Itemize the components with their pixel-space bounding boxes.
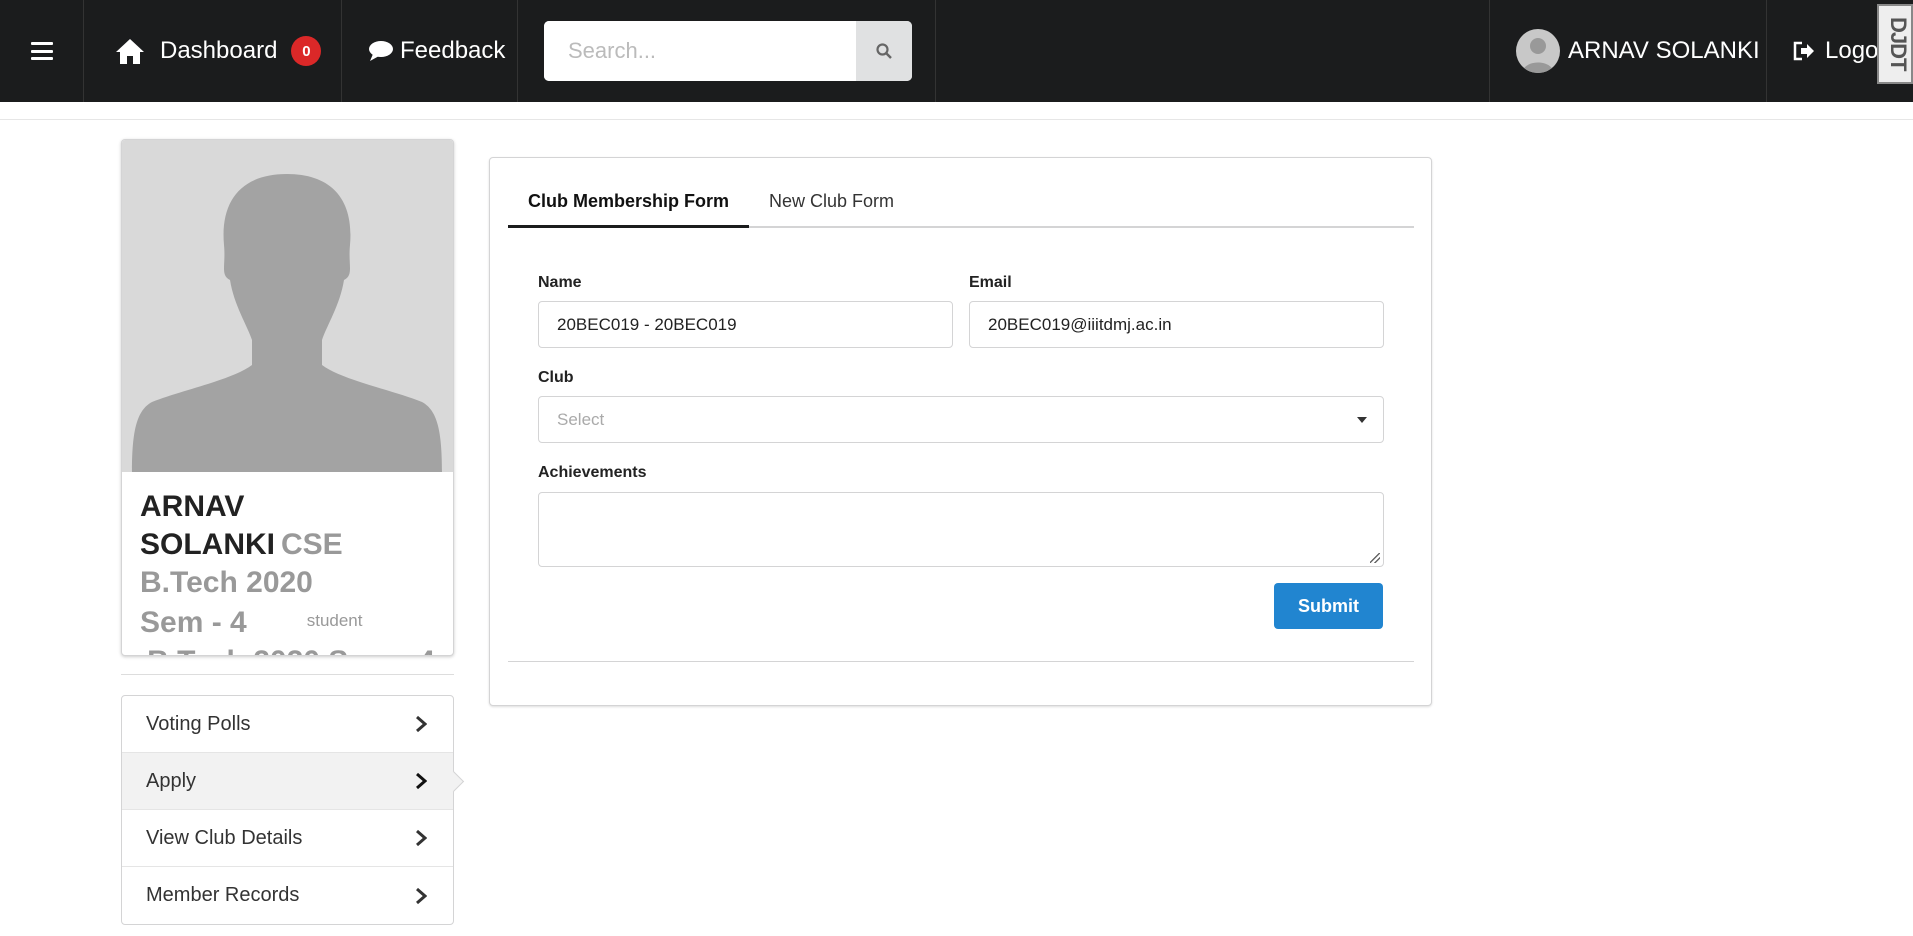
dashboard-label: Dashboard — [160, 37, 278, 64]
email-label: Email — [969, 274, 1012, 291]
chevron-right-icon — [416, 829, 427, 847]
user-silhouette-icon — [1522, 38, 1554, 73]
avatar — [1516, 29, 1560, 73]
profile-programme: B.Tech 2020 — [140, 566, 313, 599]
club-select-value: Select — [557, 409, 605, 429]
form-panel: Club Membership Form New Club Form Name … — [489, 157, 1432, 706]
profile-meta: B.Tech 2020 Sem - 4 — [140, 642, 435, 655]
achievements-label: Achievements — [538, 464, 647, 481]
name-field[interactable]: 20BEC019 - 20BEC019 — [538, 301, 953, 348]
submit-button[interactable]: Submit — [1274, 583, 1383, 629]
top-navbar: Dashboard 0 Feedback ARNAV SOL — [0, 0, 1913, 102]
email-field[interactable]: 20BEC019@iiitdmj.ac.in — [969, 301, 1384, 348]
chevron-right-icon — [416, 772, 427, 790]
sidebar-item-member-records[interactable]: Member Records — [122, 867, 453, 924]
profile-card: ARNAV SOLANKI CSE B.Tech 2020 Sem - 4 stud… — [121, 139, 454, 656]
feedback-link[interactable]: Feedback — [342, 0, 518, 102]
profile-picture — [122, 140, 453, 472]
user-silhouette-icon — [132, 174, 442, 472]
menu-toggle-button[interactable] — [0, 0, 84, 102]
sidebar-item-voting-polls[interactable]: Voting Polls — [122, 696, 453, 753]
comment-icon — [369, 41, 393, 61]
sidebar-divider — [121, 674, 454, 675]
form-tabs: Club Membership Form New Club Form — [508, 180, 1414, 228]
email-value: 20BEC019@iiitdmj.ac.in — [988, 314, 1172, 334]
tab-new-club-form[interactable]: New Club Form — [749, 180, 914, 226]
search-box — [544, 21, 912, 81]
debug-toolbar-handle[interactable]: DJDT — [1877, 4, 1913, 84]
sidebar-item-label: View Club Details — [146, 826, 303, 849]
profile-name: ARNAV SOLANKI — [140, 490, 275, 561]
chevron-right-icon — [416, 887, 427, 904]
achievements-textarea[interactable] — [538, 492, 1384, 567]
search-icon — [876, 43, 892, 59]
resize-handle-icon[interactable] — [1370, 553, 1380, 563]
sign-out-icon — [1793, 41, 1814, 61]
sidebar-item-label: Apply — [146, 769, 197, 792]
dropdown-caret-icon — [1357, 417, 1367, 423]
sidebar-item-view-club-details[interactable]: View Club Details — [122, 810, 453, 867]
search-input[interactable] — [544, 21, 856, 81]
hamburger-icon — [30, 42, 53, 60]
profile-department: CSE — [281, 528, 343, 561]
club-select[interactable]: Select — [538, 396, 1384, 443]
header-divider — [0, 119, 1913, 120]
user-name: ARNAV SOLANKI — [1568, 37, 1760, 64]
name-value: 20BEC019 - 20BEC019 — [557, 314, 737, 334]
form-bottom-divider — [508, 661, 1414, 662]
user-menu[interactable]: ARNAV SOLANKI — [1489, 0, 1767, 102]
sidebar-item-label: Member Records — [146, 884, 300, 906]
sidebar-menu: Voting Polls Apply View Club Details Mem… — [121, 695, 454, 925]
search-button[interactable] — [856, 21, 912, 81]
profile-role: student — [306, 611, 363, 630]
feedback-label: Feedback — [400, 37, 506, 64]
search-container — [518, 0, 936, 102]
name-label: Name — [538, 274, 582, 291]
sidebar-item-apply[interactable]: Apply — [122, 753, 453, 810]
chevron-right-icon — [416, 715, 427, 733]
sidebar-item-label: Voting Polls — [146, 712, 251, 735]
dashboard-link[interactable]: Dashboard 0 — [84, 0, 342, 102]
profile-semester: Sem - 4 — [140, 606, 247, 639]
notification-badge: 0 — [291, 36, 322, 66]
tab-club-membership-form[interactable]: Club Membership Form — [508, 180, 750, 228]
club-label: Club — [538, 369, 574, 386]
home-icon — [116, 39, 144, 64]
